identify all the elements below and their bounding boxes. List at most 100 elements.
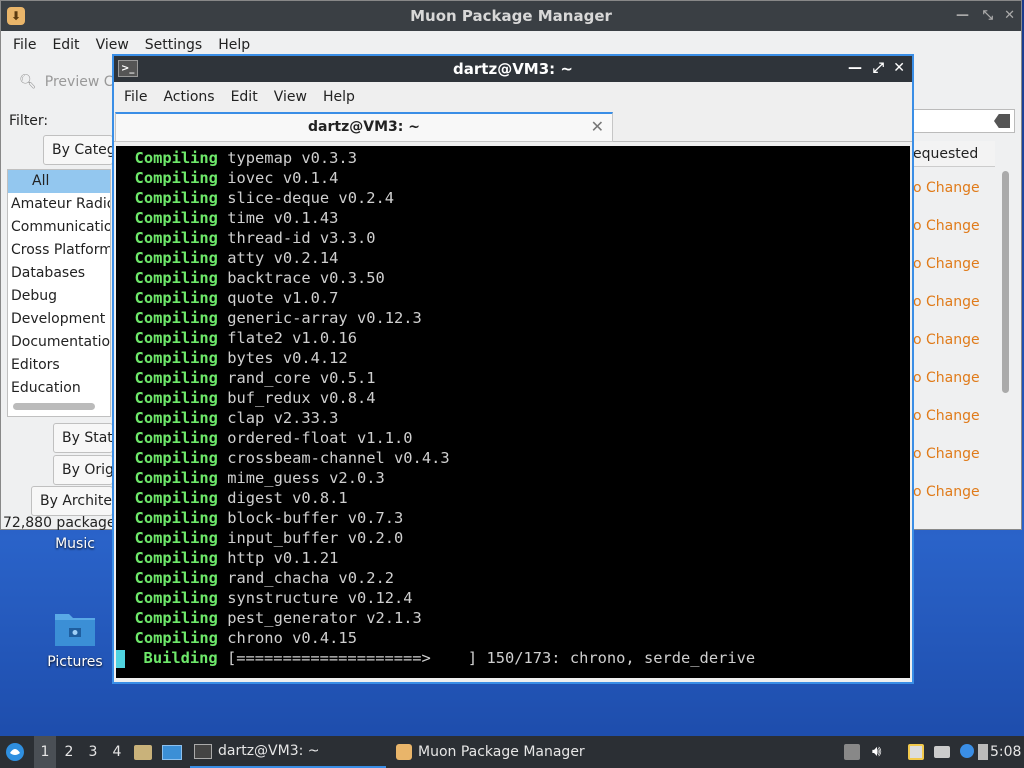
tab-by-origin[interactable]: By Orig (53, 455, 113, 485)
change-link[interactable]: o Change (913, 169, 995, 207)
tab-by-architecture[interactable]: By Archite (31, 486, 113, 516)
category-item[interactable]: Databases (8, 262, 110, 285)
terminal-app-icon: >_ (118, 60, 138, 77)
close-icon[interactable]: ✕ (893, 60, 905, 76)
terminal-titlebar: >_ dartz@VM3: ~ — ⤢ ✕ (114, 56, 912, 82)
preview-changes-button[interactable]: Preview C (45, 74, 114, 90)
terminal-output[interactable]: Compiling typemap v0.3.3 Compiling iovec… (116, 146, 910, 678)
terminal-tab[interactable]: dartz@VM3: ~ ✕ (115, 112, 613, 142)
category-item[interactable]: Editors (8, 354, 110, 377)
change-label: Change (926, 332, 980, 348)
terminal-text: http v0.1.21 (227, 549, 339, 567)
filter-search-input[interactable] (913, 109, 1015, 133)
clock[interactable]: 5:08 (990, 736, 1024, 768)
terminal-building-line: Building [====================> ] 150/17… (116, 648, 910, 668)
change-label: Change (926, 180, 980, 196)
volume-icon[interactable]: 🔊︎ (872, 742, 888, 760)
tab-by-status[interactable]: By Stat (53, 423, 113, 453)
category-item[interactable]: Documentation (8, 331, 110, 354)
keyboard-icon[interactable] (934, 746, 950, 758)
category-item[interactable]: Development (8, 308, 110, 331)
menu-help[interactable]: Help (315, 89, 363, 105)
terminal-line: Compiling digest v0.8.1 (116, 488, 910, 508)
category-item[interactable]: Cross Platform (8, 239, 110, 262)
terminal-line: Compiling crossbeam-channel v0.4.3 (116, 448, 910, 468)
minimize-icon[interactable]: — (848, 60, 862, 76)
category-item[interactable]: All (8, 170, 110, 193)
change-link[interactable]: o Change (913, 435, 995, 473)
desktop-icon-music[interactable]: Music (30, 536, 120, 552)
menu-file[interactable]: File (5, 37, 44, 53)
change-link[interactable]: o Change (913, 321, 995, 359)
updates-icon[interactable] (844, 744, 860, 760)
change-link[interactable]: o Change (913, 207, 995, 245)
workspace-3[interactable]: 3 (82, 736, 104, 768)
task-muon[interactable]: Muon Package Manager (392, 736, 602, 768)
category-item[interactable]: Debug (8, 285, 110, 308)
change-link[interactable]: o Change (913, 359, 995, 397)
change-link[interactable]: o Change (913, 397, 995, 435)
tab-by-category[interactable]: By Categ (43, 135, 113, 165)
change-link[interactable]: o Change (913, 473, 995, 511)
workspace-1[interactable]: 1 (34, 736, 56, 768)
maximize-icon[interactable]: ⤡ (983, 8, 993, 23)
folder-icon (134, 745, 152, 760)
menu-view[interactable]: View (88, 37, 137, 53)
file-manager-launcher[interactable] (134, 736, 154, 768)
maximize-icon[interactable]: ⤢ (873, 60, 884, 76)
terminal-keyword: Compiling (134, 349, 218, 367)
terminal-line: Compiling block-buffer v0.7.3 (116, 508, 910, 528)
category-item[interactable]: Education (8, 377, 110, 400)
terminal-line: Compiling clap v2.33.3 (116, 408, 910, 428)
category-item[interactable]: Communication (8, 216, 110, 239)
terminal-text: crossbeam-channel v0.4.3 (227, 449, 450, 467)
close-icon[interactable]: ✕ (1004, 8, 1015, 23)
terminal-keyword: Compiling (134, 549, 218, 567)
terminal-keyword: Compiling (134, 309, 218, 327)
workspace-2[interactable]: 2 (58, 736, 80, 768)
category-item[interactable]: Amateur Radio (8, 193, 110, 216)
notification-icon[interactable] (960, 744, 974, 758)
close-tab-icon[interactable]: ✕ (591, 114, 604, 140)
menu-view[interactable]: View (266, 89, 315, 105)
desktop-icon-pictures[interactable]: Pictures (30, 608, 120, 670)
menu-settings[interactable]: Settings (137, 37, 210, 53)
terminal-keyword: Compiling (134, 449, 218, 467)
terminal-keyword: Compiling (134, 489, 218, 507)
terminal-keyword: Compiling (134, 409, 218, 427)
workspace-4[interactable]: 4 (106, 736, 128, 768)
menu-edit[interactable]: Edit (223, 89, 266, 105)
menu-file[interactable]: File (116, 89, 155, 105)
filter-label: Filter: (9, 113, 49, 129)
terminal-icon (194, 743, 212, 759)
terminal-text: rand_core v0.5.1 (227, 369, 376, 387)
requested-column-header[interactable]: equested (913, 141, 995, 167)
category-horizontal-scrollbar[interactable] (13, 403, 95, 410)
menu-actions[interactable]: Actions (155, 89, 222, 105)
clipboard-icon[interactable] (908, 744, 924, 760)
change-link[interactable]: o Change (913, 245, 995, 283)
change-label: Change (926, 218, 980, 234)
terminal-keyword: Compiling (134, 569, 218, 587)
terminal-keyword: Compiling (134, 269, 218, 287)
muon-app-icon: ⬇ (7, 7, 25, 25)
terminal-line: Compiling typemap v0.3.3 (116, 148, 910, 168)
build-progress-text: 150/173: chrono, serde_derive (486, 649, 756, 667)
clear-search-icon[interactable] (994, 114, 1010, 128)
network-icon[interactable] (978, 744, 988, 760)
terminal-keyword: Compiling (134, 149, 218, 167)
app-menu-button[interactable] (4, 736, 28, 768)
terminal-text: synstructure v0.12.4 (227, 589, 413, 607)
desktop-icon-label: Pictures (47, 654, 103, 670)
menu-edit[interactable]: Edit (44, 37, 87, 53)
change-label: Change (926, 294, 980, 310)
show-desktop-launcher[interactable] (162, 736, 184, 768)
terminal-keyword: Compiling (134, 289, 218, 307)
change-arrow-icon: o (913, 332, 927, 348)
minimize-icon[interactable]: — (956, 8, 969, 23)
change-link[interactable]: o Change (913, 283, 995, 321)
package-list-scrollbar-thumb[interactable] (1002, 171, 1009, 393)
task-terminal[interactable]: dartz@VM3: ~ (190, 736, 386, 768)
menu-help[interactable]: Help (210, 37, 258, 53)
terminal-tabbar: dartz@VM3: ~ ✕ (114, 112, 912, 142)
